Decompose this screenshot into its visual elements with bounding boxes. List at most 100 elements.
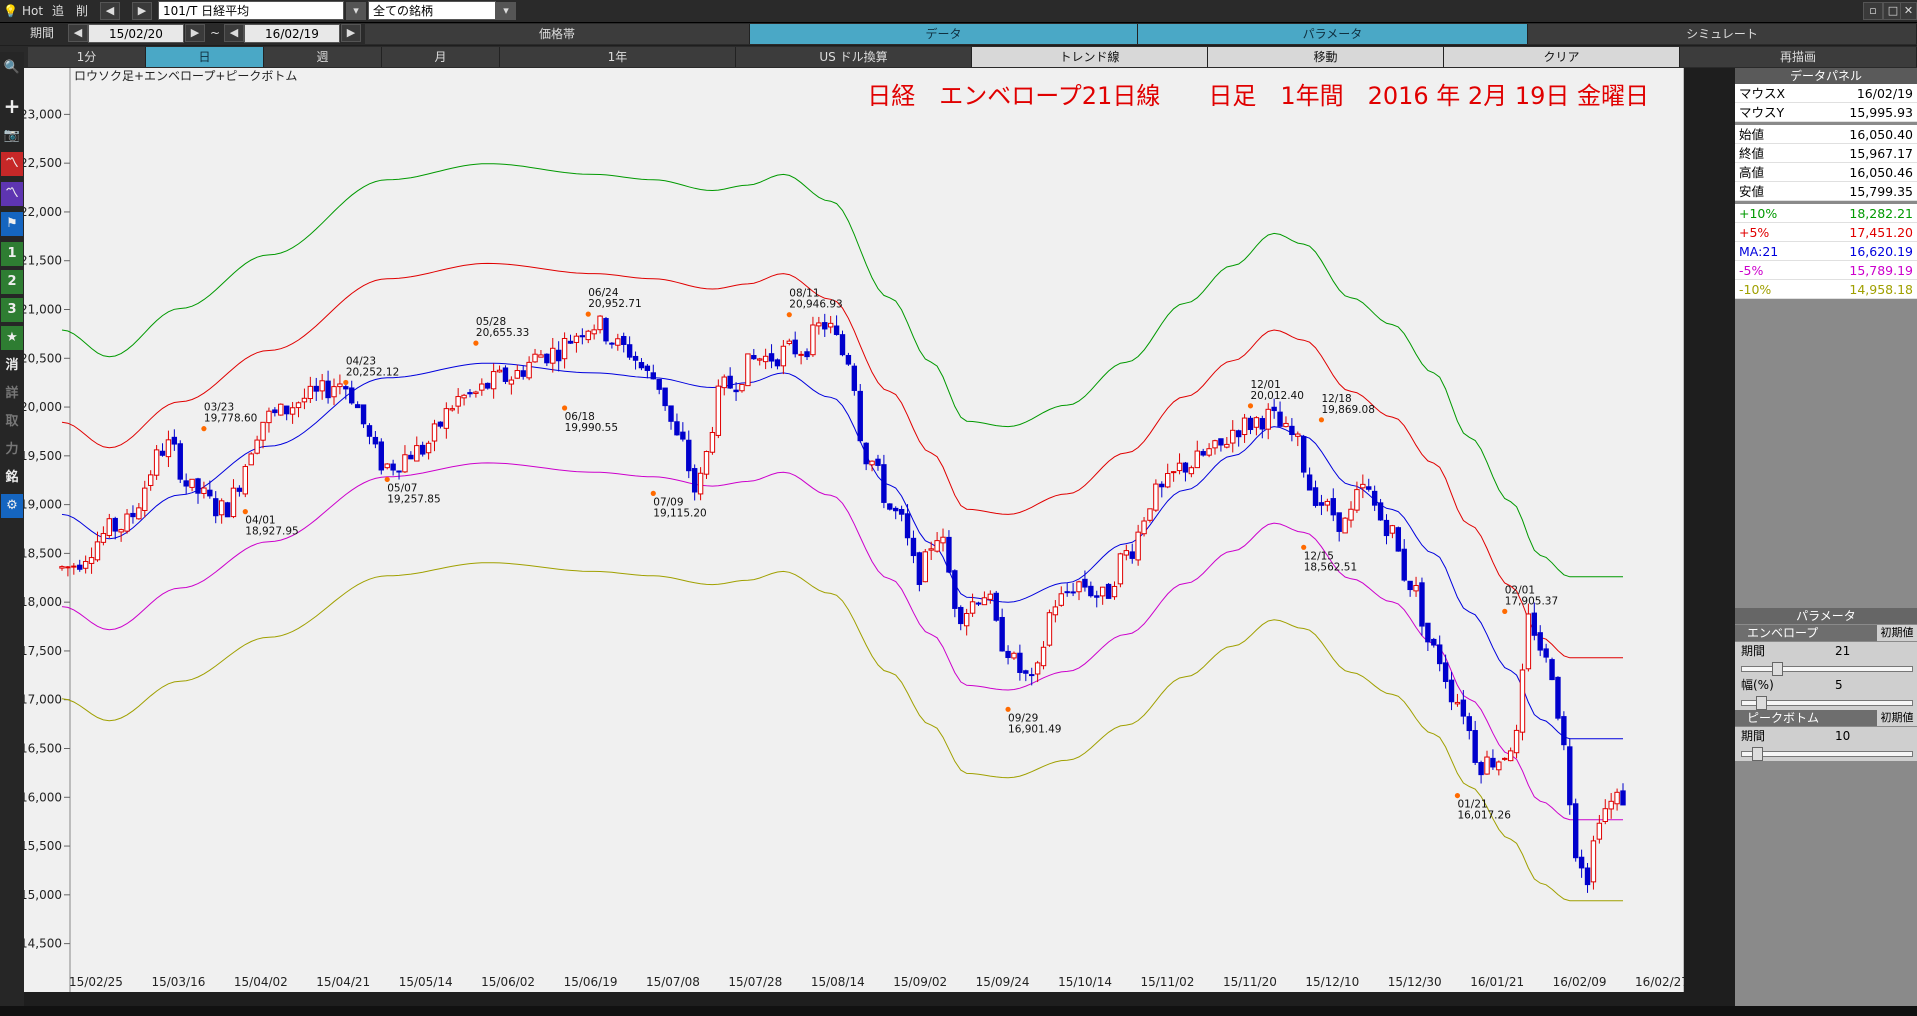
- symbol-field[interactable]: 101/T 日経平均: [158, 1, 344, 20]
- date-from-next-icon[interactable]: ▶: [185, 24, 205, 42]
- candle-down: [751, 355, 757, 360]
- candle-down: [958, 606, 964, 625]
- tab-data[interactable]: データ: [750, 24, 1138, 44]
- candle-down: [1318, 502, 1325, 506]
- candle-up: [289, 407, 296, 415]
- close-icon[interactable]: ✕: [1900, 2, 1917, 20]
- search-icon[interactable]: 🔍: [1, 56, 23, 80]
- date-from-field[interactable]: 15/02/20: [88, 24, 184, 43]
- date-to-next-icon[interactable]: ▶: [341, 24, 361, 42]
- candle-down: [1419, 582, 1425, 627]
- candle-up: [242, 466, 248, 495]
- candle-down: [999, 616, 1005, 652]
- tab-price-band[interactable]: 価格帯: [365, 24, 750, 44]
- candle-down: [171, 436, 178, 445]
- env-width-label: 幅(%): [1741, 678, 1774, 692]
- tf-1min[interactable]: 1分: [28, 47, 146, 67]
- chart-compare-icon[interactable]: 〽: [1, 182, 23, 206]
- candle-up: [934, 540, 940, 552]
- envelope-reset-button[interactable]: 初期値: [1877, 625, 1917, 641]
- candle-up: [1034, 662, 1041, 675]
- candlestick-chart[interactable]: 14,500 15,000 15,500 16,000 16,500 17,000 17,5…: [20, 68, 1707, 992]
- tf-week[interactable]: 週: [264, 47, 382, 67]
- pb-period-slider[interactable]: [1741, 747, 1913, 761]
- redraw-button[interactable]: 再描画: [1680, 47, 1917, 67]
- chart-area[interactable]: 14,500 15,000 15,500 16,000 16,500 17,000 17,5…: [20, 68, 1707, 992]
- overview-strip[interactable]: [24, 992, 1684, 1006]
- universe-dropdown-icon[interactable]: ▾: [496, 2, 516, 20]
- ytick-label-left: 21,500: [24, 254, 62, 268]
- env-period-slider-row: [1735, 660, 1917, 676]
- candle-up: [709, 432, 716, 453]
- gear-icon[interactable]: ⚙: [1, 494, 23, 518]
- date-from-prev-icon[interactable]: ◀: [68, 24, 88, 42]
- clear-button[interactable]: クリア: [1444, 47, 1680, 67]
- candle-down: [668, 405, 674, 422]
- minimize-icon[interactable]: ▫: [1863, 2, 1883, 20]
- candle-down: [354, 404, 361, 409]
- candle-down: [1271, 406, 1277, 412]
- crosshair-icon[interactable]: +: [1, 94, 23, 118]
- peak-value-label: 18,562.51: [1304, 561, 1357, 573]
- data-panel-row: 始値 16,050.40: [1735, 125, 1917, 144]
- symbol-dropdown-icon[interactable]: ▾: [346, 2, 366, 20]
- date-to-field[interactable]: 16/02/19: [244, 24, 340, 43]
- bottom-scrollbar[interactable]: [0, 1006, 1917, 1016]
- candle-down: [1395, 527, 1402, 552]
- tab-parameters[interactable]: パラメータ: [1138, 24, 1528, 44]
- data-panel-key: +5%: [1739, 225, 1770, 240]
- hot-button[interactable]: Hot: [22, 2, 43, 20]
- candle-up: [94, 541, 101, 561]
- trade-button[interactable]: 取: [1, 410, 23, 434]
- candle-up: [1354, 489, 1360, 511]
- env-period-slider[interactable]: [1741, 662, 1913, 676]
- candle-up: [260, 421, 266, 441]
- env-width-slider[interactable]: [1741, 696, 1913, 710]
- detail-button[interactable]: 詳: [1, 382, 23, 406]
- candle-up: [1117, 553, 1124, 585]
- data-panel-value: 15,799.35: [1849, 184, 1913, 199]
- peak-marker: [585, 311, 591, 317]
- erase-button[interactable]: 消: [1, 354, 23, 378]
- tf-1year[interactable]: 1年: [500, 47, 736, 67]
- candle-down: [1472, 730, 1478, 763]
- prev-symbol-icon[interactable]: ◀: [100, 2, 120, 20]
- tf-day[interactable]: 日: [146, 47, 264, 67]
- candle-up: [1324, 500, 1331, 506]
- power-button[interactable]: 力: [1, 438, 23, 462]
- tf-month[interactable]: 月: [382, 47, 500, 67]
- xtick-label: 15/05/14: [399, 975, 453, 989]
- symbol-button[interactable]: 銘: [1, 466, 23, 490]
- candle-down: [1005, 650, 1011, 659]
- universe-field[interactable]: 全ての銘柄: [368, 1, 496, 20]
- candle-up: [1265, 408, 1271, 430]
- favorite-star-icon[interactable]: ★: [1, 326, 23, 350]
- tab-simulate[interactable]: シミュレート: [1528, 24, 1917, 44]
- lightbulb-icon[interactable]: 💡: [3, 2, 18, 20]
- move-button[interactable]: 移動: [1208, 47, 1444, 67]
- chart-line-icon[interactable]: 〽: [1, 152, 23, 176]
- candle-down: [1330, 498, 1336, 516]
- preset-2-button[interactable]: 2: [1, 270, 23, 294]
- trendline-button[interactable]: トレンド線: [972, 47, 1208, 67]
- usd-convert-button[interactable]: US ドル換算: [736, 47, 972, 67]
- flag-icon[interactable]: ⚑: [1, 212, 23, 236]
- camera-icon[interactable]: 📷: [1, 124, 23, 148]
- ytick-label-left: 18,000: [24, 595, 62, 609]
- data-panel-value: 16,050.46: [1849, 165, 1913, 180]
- env-period-knob[interactable]: [1772, 662, 1783, 676]
- date-to-prev-icon[interactable]: ◀: [224, 24, 244, 42]
- env-width-knob[interactable]: [1756, 696, 1767, 710]
- next-symbol-icon[interactable]: ▶: [132, 2, 152, 20]
- candle-down: [638, 362, 645, 369]
- add-button[interactable]: 追: [52, 2, 64, 20]
- ytick-label-left: 17,500: [24, 644, 62, 658]
- pb-period-knob[interactable]: [1752, 747, 1763, 761]
- preset-1-button[interactable]: 1: [1, 242, 23, 266]
- delete-button[interactable]: 削: [76, 2, 88, 20]
- preset-3-button[interactable]: 3: [1, 298, 23, 322]
- peakbottom-reset-button[interactable]: 初期値: [1877, 710, 1917, 726]
- candle-down: [419, 444, 426, 455]
- candle-up: [1608, 800, 1614, 810]
- candle-up: [1165, 473, 1171, 488]
